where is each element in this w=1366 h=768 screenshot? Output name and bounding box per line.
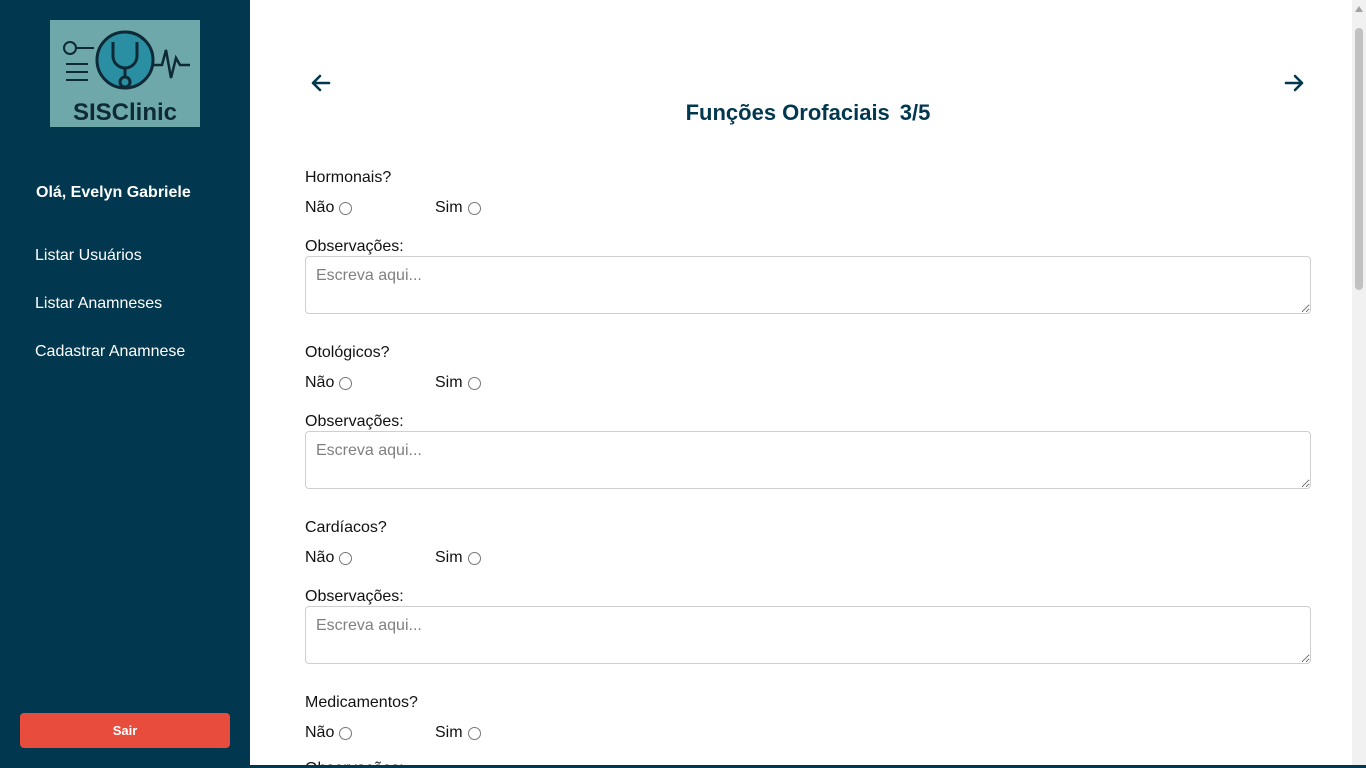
radio-sim[interactable] <box>467 377 481 390</box>
observacoes-label: Observações: <box>305 413 404 430</box>
observacoes-textarea[interactable] <box>305 256 1311 314</box>
page-title: Funções Orofaciais 3/5 <box>250 100 1352 126</box>
radio-nao[interactable] <box>339 727 353 740</box>
sisclinic-logo: SISClinic <box>50 20 200 127</box>
user-greeting: Olá, Evelyn Gabriele <box>36 184 191 201</box>
observacoes-label: Observações: <box>305 238 404 255</box>
scrollbar[interactable] <box>1352 0 1366 768</box>
step-indicator: 3/5 <box>899 100 931 125</box>
sidebar: SISClinic Olá, Evelyn Gabriele Listar Us… <box>0 0 250 768</box>
page-title-text: Funções Orofaciais <box>685 100 890 125</box>
radio-nao[interactable] <box>339 552 353 565</box>
option-nao[interactable]: Não <box>305 549 353 567</box>
main-content: Funções Orofaciais 3/5 Hormonais? Não Sim… <box>250 0 1352 768</box>
logout-button[interactable]: Sair <box>20 713 230 748</box>
sidebar-item-listar-usuarios[interactable]: Listar Usuários <box>35 247 142 265</box>
scrollbar-thumb[interactable] <box>1355 28 1363 290</box>
observacoes-textarea[interactable] <box>305 606 1311 664</box>
scroll-up-icon[interactable] <box>1355 6 1363 12</box>
option-sim-label: Sim <box>435 549 463 566</box>
question-label-medicamentos: Medicamentos? <box>305 694 418 711</box>
question-label-otologicos: Otológicos? <box>305 344 390 361</box>
option-sim-label: Sim <box>435 199 463 216</box>
option-nao-label: Não <box>305 724 335 741</box>
option-sim[interactable]: Sim <box>435 374 481 392</box>
option-sim[interactable]: Sim <box>435 549 481 567</box>
option-nao[interactable]: Não <box>305 374 353 392</box>
radio-nao[interactable] <box>339 202 353 215</box>
arrow-left-icon[interactable] <box>308 70 334 96</box>
radio-sim[interactable] <box>467 727 481 740</box>
option-sim[interactable]: Sim <box>435 724 481 742</box>
arrow-right-icon[interactable] <box>1281 70 1307 96</box>
option-nao[interactable]: Não <box>305 199 353 217</box>
option-sim-label: Sim <box>435 374 463 391</box>
observacoes-label: Observações: <box>305 588 404 605</box>
observacoes-textarea[interactable] <box>305 431 1311 489</box>
logo-text: SISClinic <box>73 99 177 126</box>
radio-nao[interactable] <box>339 377 353 390</box>
question-label-hormonais: Hormonais? <box>305 169 392 186</box>
option-nao-label: Não <box>305 374 335 391</box>
option-nao-label: Não <box>305 199 335 216</box>
sidebar-item-cadastrar-anamnese[interactable]: Cadastrar Anamnese <box>35 343 185 361</box>
option-nao[interactable]: Não <box>305 724 353 742</box>
option-nao-label: Não <box>305 549 335 566</box>
question-label-cardiacos: Cardíacos? <box>305 519 387 536</box>
radio-sim[interactable] <box>467 202 481 215</box>
radio-sim[interactable] <box>467 552 481 565</box>
option-sim-label: Sim <box>435 724 463 741</box>
sidebar-item-listar-anamneses[interactable]: Listar Anamneses <box>35 295 162 313</box>
option-sim[interactable]: Sim <box>435 199 481 217</box>
